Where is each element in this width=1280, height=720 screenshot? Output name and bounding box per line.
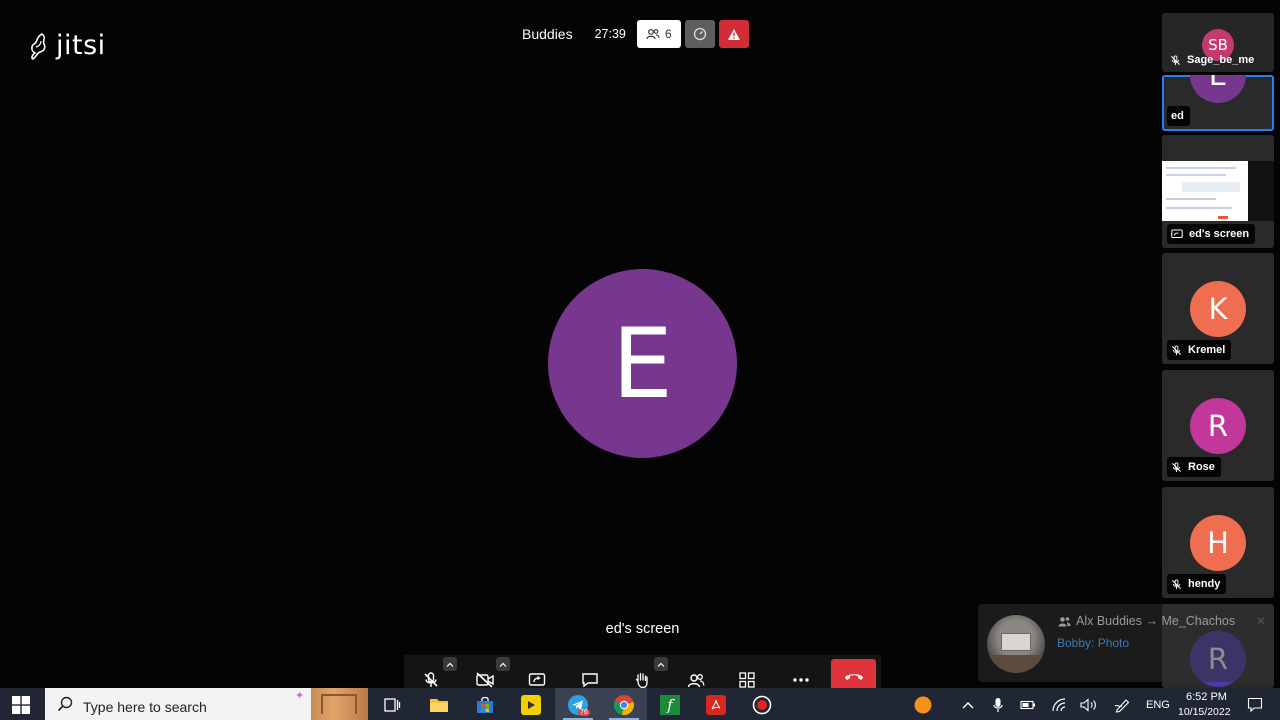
task-view-icon[interactable] [381, 694, 403, 716]
pen-workspace-icon[interactable] [1112, 694, 1134, 716]
telegram-tab[interactable]: 76 [555, 688, 601, 720]
clock-time[interactable]: 6:52 PM [1186, 691, 1227, 703]
conference-name: Buddies [522, 26, 573, 42]
audio-settings-caret[interactable] [443, 657, 457, 671]
search-placeholder: Type here to search [83, 699, 207, 715]
share-screen-icon [528, 673, 546, 686]
volume-icon[interactable] [1078, 694, 1100, 716]
microphone-muted-icon [1171, 344, 1182, 355]
screen-recorder-icon[interactable] [751, 694, 773, 716]
chat-icon [582, 673, 598, 688]
wifi-icon[interactable] [1048, 694, 1070, 716]
raise-hand-icon [635, 672, 648, 689]
hangup-icon [844, 673, 863, 680]
notification-title-text: Alx Buddies → Me_Chachos [1076, 614, 1236, 628]
participant-name: Sage_be_me [1187, 54, 1255, 66]
notification-title: Alx Buddies → Me_Chachos [1058, 614, 1235, 628]
taskbar-search-box[interactable]: Type here to search ✦ [45, 688, 368, 720]
participant-avatar: E [1190, 75, 1246, 103]
function-app-icon[interactable]: f [659, 694, 681, 716]
camera-off-icon [476, 672, 494, 688]
dominant-speaker-avatar: E [548, 269, 737, 458]
participant-nameplate: Kremel [1167, 340, 1232, 360]
pdf-reader-icon[interactable] [705, 694, 727, 716]
participant-avatar: R [1190, 398, 1246, 454]
sparkle-icon: ✦ [295, 690, 305, 702]
participant-nameplate: ed [1167, 106, 1190, 126]
message-notification[interactable]: Alx Buddies → Me_Chachos Bobby: Photo ✕ [978, 604, 1274, 682]
screen-share-icon [1171, 229, 1183, 238]
participant-name: ed [1171, 110, 1184, 122]
filmstrip-tile-sage[interactable]: SB Sage_be_me [1162, 13, 1274, 72]
conference-stage: jitsi Buddies 27:39 6 E ed's screen [0, 0, 1160, 692]
filmstrip-tile-kremel[interactable]: K Kremel [1162, 253, 1274, 364]
search-icon [57, 696, 73, 712]
chrome-tab[interactable] [601, 688, 647, 720]
filmstrip-tile-screen-share[interactable]: ed's screen [1162, 135, 1274, 248]
chevron-up-icon [499, 662, 507, 667]
microphone-muted-icon [1171, 578, 1182, 589]
microphone-muted-icon [424, 672, 438, 687]
conference-header: Buddies 27:39 6 [522, 19, 749, 49]
screen-share-thumbnail [1162, 161, 1274, 221]
notification-message: Bobby: Photo [1057, 636, 1130, 650]
notification-photo [987, 615, 1045, 673]
windows-taskbar: Type here to search ✦ 76 f ENG 6:52 PM 1… [0, 688, 1280, 720]
participant-nameplate: hendy [1167, 574, 1227, 594]
jitsi-logo-icon [31, 32, 46, 60]
microphone-tray-icon[interactable] [987, 694, 1009, 716]
participants-count-button[interactable]: 6 [636, 20, 681, 48]
more-icon [793, 678, 809, 682]
microphone-muted-icon [1171, 461, 1182, 472]
participant-name: ed's screen [1189, 228, 1250, 240]
video-settings-caret[interactable] [496, 657, 510, 671]
file-explorer-icon[interactable] [428, 694, 450, 716]
participant-avatar: H [1190, 515, 1246, 571]
participant-nameplate: Rose [1167, 457, 1221, 477]
participants-icon [687, 674, 705, 688]
participant-avatar: K [1190, 281, 1246, 337]
close-icon[interactable]: ✕ [1256, 614, 1266, 628]
chrome-icon [613, 694, 635, 716]
filmstrip-tile-hendy[interactable]: H hendy [1162, 487, 1274, 598]
clock-date[interactable]: 10/15/2022 [1178, 706, 1231, 718]
windows-start-icon[interactable] [12, 696, 30, 714]
search-highlight-image [311, 688, 368, 720]
tile-view-icon [739, 672, 755, 688]
participant-nameplate: ed's screen [1167, 224, 1256, 244]
microsoft-store-icon[interactable] [474, 694, 496, 716]
microphone-muted-icon [1170, 54, 1181, 65]
battery-icon[interactable] [1017, 694, 1039, 716]
player-app-icon[interactable] [520, 694, 542, 716]
filmstrip-tile-ed[interactable]: E ed [1162, 75, 1274, 131]
e2ee-warning-button[interactable] [718, 20, 749, 48]
reactions-caret[interactable] [654, 657, 668, 671]
participants-icon [646, 29, 660, 40]
toolbox [404, 655, 881, 692]
conference-timer: 27:39 [594, 27, 626, 41]
gauge-icon [693, 27, 707, 41]
participant-name: Rose [1188, 461, 1215, 473]
chevron-up-icon[interactable] [957, 694, 979, 716]
connection-stats-button[interactable] [684, 20, 715, 48]
notification-center-icon[interactable] [1244, 694, 1266, 716]
participant-name: hendy [1188, 578, 1221, 590]
weather-icon[interactable] [912, 694, 934, 716]
input-language[interactable]: ENG [1146, 699, 1170, 711]
jitsi-logo[interactable]: jitsi [28, 30, 106, 61]
warning-icon [727, 28, 740, 40]
chevron-up-icon [446, 662, 454, 667]
filmstrip-tile-rose[interactable]: R Rose [1162, 370, 1274, 481]
logo-text: jitsi [56, 30, 106, 61]
participants-count: 6 [665, 27, 672, 41]
chevron-up-icon [657, 662, 665, 667]
participant-nameplate: Sage_be_me [1166, 50, 1260, 70]
participant-name: Kremel [1188, 344, 1226, 356]
group-icon [1058, 616, 1071, 626]
telegram-badge: 76 [578, 709, 590, 716]
